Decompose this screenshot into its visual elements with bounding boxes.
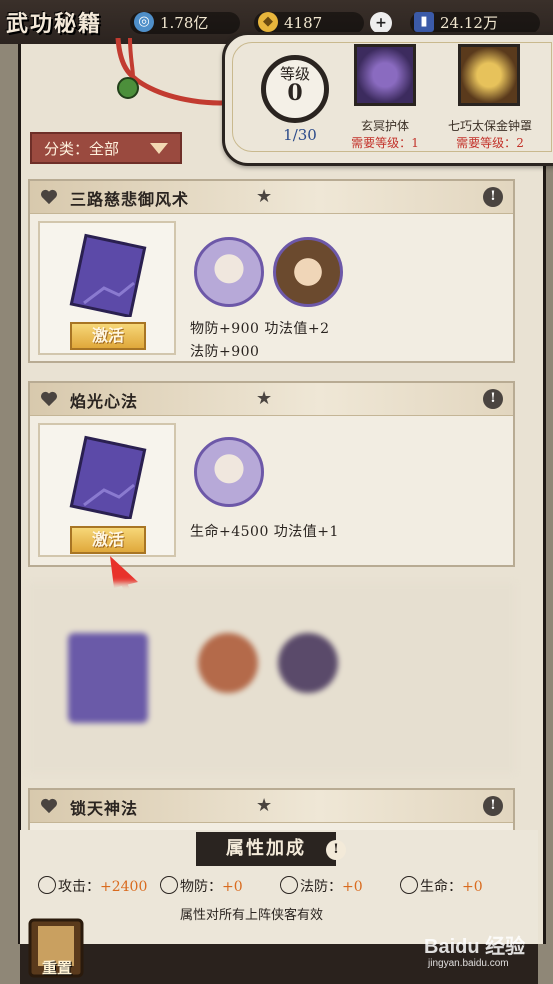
book-spine-left <box>0 44 20 984</box>
attr-attack: 攻击：+2400 <box>38 876 147 896</box>
hero-portrait[interactable] <box>273 237 343 307</box>
info-icon[interactable]: ! <box>483 796 503 816</box>
skill-icon-jinzhongzhao[interactable] <box>458 44 520 106</box>
hero-portrait[interactable] <box>194 237 264 307</box>
activate-button[interactable]: 激活 <box>70 322 146 350</box>
add-resource-icon[interactable]: + <box>370 12 392 34</box>
level-value: 0 <box>287 80 303 106</box>
page-title: 武功秘籍 <box>6 11 103 37</box>
book-icon <box>69 435 147 519</box>
watermark-url: jingyan.baidu.com <box>428 958 509 969</box>
heart-icon[interactable] <box>40 189 58 205</box>
card-title: 锁天神法 <box>70 799 139 818</box>
reset-label[interactable]: 重置 <box>42 957 72 978</box>
watermark-brand: Baidu 经验 <box>424 936 526 958</box>
hero-portrait[interactable] <box>194 437 264 507</box>
skill-name-xuanming: 玄冥护体 <box>360 119 409 133</box>
resource-gold-value: 4187 <box>284 14 323 32</box>
card-stats-line1: 生命+4500 功法值+1 <box>190 524 339 540</box>
card-stats-line2: 法防+900 <box>190 344 260 360</box>
resource-jade-value: 1.78亿 <box>160 14 209 32</box>
star-icon[interactable]: ★ <box>256 795 272 816</box>
star-icon[interactable]: ★ <box>256 186 272 207</box>
resource-gold: ◆ 4187 <box>254 12 364 34</box>
info-icon[interactable]: ! <box>483 389 503 409</box>
skill-req-xuanming: 需要等级：1 <box>351 136 419 150</box>
attr-phys-def: 物防：+0 <box>160 876 243 896</box>
info-icon[interactable]: ! <box>483 187 503 207</box>
resource-jade: ◎ 1.78亿 <box>130 12 240 34</box>
resource-token: ▮ 24.12万 <box>410 12 540 34</box>
book-icon <box>69 233 147 317</box>
skill-card-1: 三路慈悲御风术 ★ ! 激活 物防+900 功法值+2 法防+900 <box>28 179 515 363</box>
skill-card-2: 焰光心法 ★ ! 激活 生命+4500 功法值+1 <box>28 381 515 567</box>
level-progress: 1/30 <box>283 126 317 144</box>
resource-token-value: 24.12万 <box>440 14 498 32</box>
heart-icon[interactable] <box>40 798 58 814</box>
attr-magic-def: 法防：+0 <box>280 876 363 896</box>
attribute-note: 属性对所有上阵侠客有效 <box>180 908 324 923</box>
skill-icon-xuanming[interactable] <box>354 44 416 106</box>
shield-icon <box>160 876 178 894</box>
sword-icon <box>38 876 56 894</box>
attribute-title: 属性加成 <box>196 832 336 866</box>
yin-yang-icon <box>280 876 298 894</box>
skill-name-jinzhongzhao: 七巧太保金钟罩 <box>447 119 532 133</box>
skill-card-4: 锁天神法 ★ ! <box>28 788 515 832</box>
card-title: 焰光心法 <box>70 392 139 411</box>
skill-req-jinzhongzhao: 需要等级：2 <box>456 136 524 150</box>
token-icon: ▮ <box>414 12 434 32</box>
info-icon[interactable]: ! <box>326 840 346 860</box>
chevron-down-icon[interactable] <box>150 143 168 154</box>
card-stats-line1: 物防+900 功法值+2 <box>190 321 330 337</box>
heart-icon <box>400 876 418 894</box>
card-title: 三路慈悲御风术 <box>70 190 190 209</box>
gold-ingot-icon: ◆ <box>258 12 278 32</box>
heart-icon[interactable] <box>40 391 58 407</box>
star-icon[interactable]: ★ <box>256 388 272 409</box>
skill-card-blurred <box>28 583 515 773</box>
jade-icon: ◎ <box>134 12 154 32</box>
attr-hp: 生命：+0 <box>400 876 483 896</box>
